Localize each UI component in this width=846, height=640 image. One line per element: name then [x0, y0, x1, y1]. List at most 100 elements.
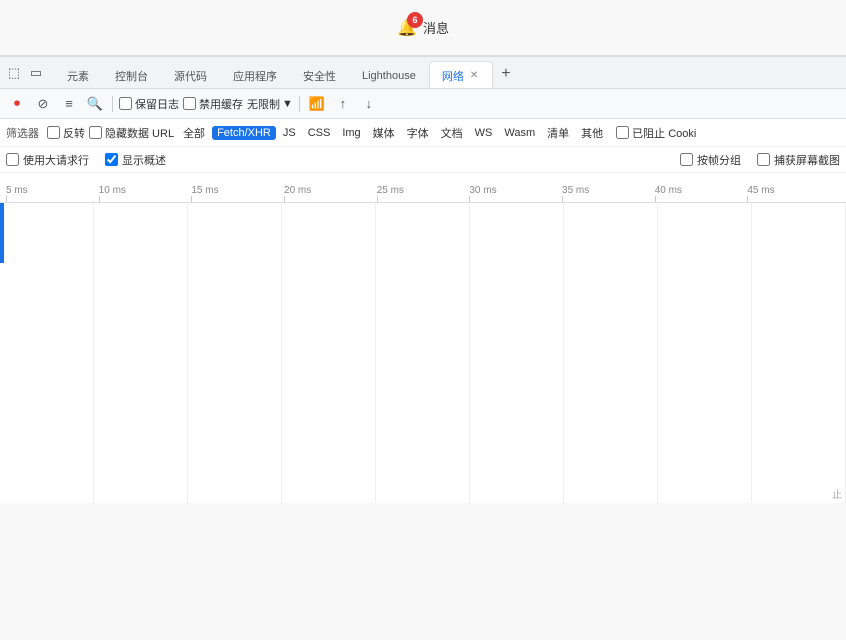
filter-font-btn[interactable]: 字体 — [402, 124, 434, 142]
tab-security[interactable]: 安全性 — [290, 61, 349, 89]
ruler-mark-0: 5 ms — [6, 185, 99, 202]
ruler-mark-8: 45 ms — [747, 185, 840, 202]
wifi-icon: 📶 — [309, 96, 325, 112]
tab-elements[interactable]: 元素 — [54, 61, 102, 89]
tab-console-label: 控制台 — [115, 68, 148, 84]
ruler-mark-2: 15 ms — [191, 185, 284, 202]
toolbar: ⏺ ⊘ ≡ 🔍 保留日志 禁用缓存 无限制 ▼ 📶 ↑ — [0, 89, 846, 119]
scrollbar-hint: 止 — [828, 484, 846, 503]
ruler-mark-5: 30 ms — [469, 185, 562, 202]
options-bar: 使用大请求行 显示概述 按帧分组 捕获屏幕截图 — [0, 147, 846, 173]
blocked-cookies-input[interactable] — [616, 126, 629, 139]
hide-data-urls-input[interactable] — [89, 126, 102, 139]
tab-elements-label: 元素 — [67, 68, 89, 84]
grid-col-6 — [564, 203, 658, 503]
screenshots-label: 捕获屏幕截图 — [774, 152, 840, 168]
ruler-label-4: 25 ms — [377, 185, 404, 196]
tab-sources[interactable]: 源代码 — [161, 61, 220, 89]
ruler-label-6: 35 ms — [562, 185, 589, 196]
import-button[interactable]: ↑ — [332, 93, 354, 115]
network-conditions-button[interactable]: 📶 — [306, 93, 328, 115]
ruler-tick-8 — [747, 196, 748, 202]
tab-bar-icons: ⬚ ▭ — [4, 63, 46, 83]
blocked-cookies-checkbox[interactable]: 已阻止 Cooki — [616, 125, 696, 141]
export-icon: ↓ — [366, 96, 373, 111]
ruler-label-3: 20 ms — [284, 185, 311, 196]
filter-img-btn[interactable]: Img — [337, 126, 365, 140]
screenshots-input[interactable] — [757, 153, 770, 166]
filter-css-btn[interactable]: CSS — [303, 126, 336, 140]
blocked-cookies-label: 已阻止 Cooki — [632, 125, 696, 141]
filter-media-btn[interactable]: 媒体 — [368, 124, 400, 142]
export-button[interactable]: ↓ — [358, 93, 380, 115]
inspect-icon[interactable]: ⬚ — [4, 63, 24, 83]
grid-col-4 — [376, 203, 470, 503]
preserve-log-input[interactable] — [119, 97, 132, 110]
ruler-label-2: 15 ms — [191, 185, 218, 196]
grid-col-1 — [94, 203, 188, 503]
options-left: 使用大请求行 显示概述 — [6, 152, 166, 168]
filter-all-btn[interactable]: 全部 — [178, 124, 210, 142]
filter-wasm-btn[interactable]: Wasm — [499, 126, 540, 140]
reverse-checkbox[interactable]: 反转 — [47, 125, 85, 141]
ruler-label-1: 10 ms — [99, 185, 126, 196]
clear-icon: ≡ — [65, 96, 73, 111]
filter-label: 筛选器 — [6, 125, 39, 141]
network-content: 止 — [0, 203, 846, 503]
ruler-mark-7: 40 ms — [655, 185, 748, 202]
notification-text: 消息 — [423, 18, 449, 37]
toolbar-divider-2 — [299, 96, 300, 112]
throttle-selector[interactable]: 无限制 ▼ — [247, 96, 293, 112]
overview-label: 显示概述 — [122, 152, 166, 168]
devtools-panel: ⬚ ▭ 元素 控制台 源代码 应用程序 安全性 Lighthouse 网络 — [0, 55, 846, 503]
filter-other-btn[interactable]: 其他 — [576, 124, 608, 142]
disable-cache-input[interactable] — [183, 97, 196, 110]
group-by-frame-checkbox[interactable]: 按帧分组 — [680, 152, 741, 168]
group-by-frame-input[interactable] — [680, 153, 693, 166]
notification-badge: 6 — [407, 12, 423, 28]
reverse-input[interactable] — [47, 126, 60, 139]
overview-checkbox[interactable]: 显示概述 — [105, 152, 166, 168]
notification-bell[interactable]: 🔔 6 — [397, 18, 417, 38]
record-button[interactable]: ⏺ — [6, 93, 28, 115]
disable-cache-checkbox[interactable]: 禁用缓存 — [183, 96, 243, 112]
tab-network-label: 网络 — [442, 68, 464, 84]
ruler-tick-7 — [655, 196, 656, 202]
filter-ws-btn[interactable]: WS — [470, 126, 498, 140]
screenshots-checkbox[interactable]: 捕获屏幕截图 — [757, 152, 840, 168]
overview-input[interactable] — [105, 153, 118, 166]
disable-cache-label: 禁用缓存 — [199, 96, 243, 112]
search-button[interactable]: 🔍 — [84, 93, 106, 115]
group-by-frame-label: 按帧分组 — [697, 152, 741, 168]
filter-fetchxhr-btn[interactable]: Fetch/XHR — [212, 126, 276, 140]
tabs-container: 元素 控制台 源代码 应用程序 安全性 Lighthouse 网络 ✕ + — [54, 57, 519, 88]
stop-button[interactable]: ⊘ — [32, 93, 54, 115]
ruler-tick-1 — [99, 196, 100, 202]
hide-data-urls-label: 隐藏数据 URL — [105, 125, 174, 141]
tab-network-close[interactable]: ✕ — [468, 70, 480, 81]
tab-lighthouse-label: Lighthouse — [362, 70, 416, 82]
tab-console[interactable]: 控制台 — [102, 61, 161, 89]
stop-icon: ⊘ — [38, 96, 49, 112]
large-rows-input[interactable] — [6, 153, 19, 166]
device-icon[interactable]: ▭ — [26, 63, 46, 83]
preserve-log-label: 保留日志 — [135, 96, 179, 112]
tab-lighthouse[interactable]: Lighthouse — [349, 61, 429, 89]
ruler-tick-4 — [377, 196, 378, 202]
large-rows-checkbox[interactable]: 使用大请求行 — [6, 152, 89, 168]
timeline-ruler: 5 ms 10 ms 15 ms 20 ms 25 ms 30 ms — [0, 173, 846, 203]
ruler-mark-3: 20 ms — [284, 185, 377, 202]
grid-col-3 — [282, 203, 376, 503]
filter-doc-btn[interactable]: 文档 — [436, 124, 468, 142]
ruler-tick-2 — [191, 196, 192, 202]
filter-js-btn[interactable]: JS — [278, 126, 301, 140]
tab-network[interactable]: 网络 ✕ — [429, 61, 493, 89]
clear-button[interactable]: ≡ — [58, 93, 80, 115]
grid-col-2 — [188, 203, 282, 503]
preserve-log-checkbox[interactable]: 保留日志 — [119, 96, 179, 112]
filter-clear-btn[interactable]: 清单 — [542, 124, 574, 142]
tab-application[interactable]: 应用程序 — [220, 61, 290, 89]
tab-add-button[interactable]: + — [493, 60, 518, 88]
notification-row: 🔔 6 消息 — [0, 0, 846, 55]
hide-data-urls-checkbox[interactable]: 隐藏数据 URL — [89, 125, 174, 141]
